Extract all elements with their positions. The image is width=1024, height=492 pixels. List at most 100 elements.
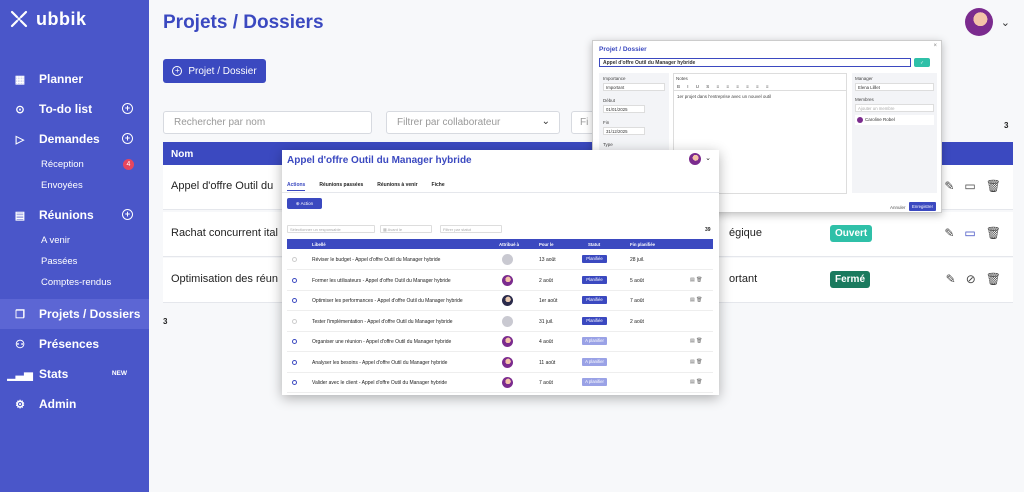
complete-checkbox[interactable] bbox=[292, 339, 297, 344]
add-reunion-icon[interactable]: + bbox=[122, 209, 133, 220]
archive-icon[interactable]: ▭ bbox=[964, 179, 975, 193]
date-filter[interactable]: ▦ Avant le bbox=[380, 225, 432, 233]
new-tag: NEW bbox=[111, 370, 127, 377]
member-avatar bbox=[857, 117, 863, 123]
sidebar-item-demandes[interactable]: ▷ Demandes + bbox=[0, 124, 149, 154]
complete-checkbox[interactable] bbox=[292, 257, 297, 262]
action-due: 4 août bbox=[539, 339, 553, 345]
complete-checkbox[interactable] bbox=[292, 359, 297, 365]
action-row[interactable]: Réviser le budget - Appel d'offre Outil … bbox=[287, 250, 713, 270]
confirm-name-button[interactable]: ✓ bbox=[914, 58, 930, 67]
status-badge: Planifiée bbox=[582, 255, 607, 263]
add-action-button[interactable]: ⊕ Action bbox=[287, 198, 322, 209]
end-date-input[interactable]: 31/12/2025 bbox=[603, 127, 645, 135]
sidebar: ubbik ▦ Planner ⊙ To-do list + ▷ Demande… bbox=[0, 0, 149, 492]
complete-checkbox[interactable] bbox=[292, 298, 297, 303]
action-due: 13 août bbox=[539, 257, 556, 263]
add-project-button[interactable]: + Projet / Dossier bbox=[163, 59, 266, 83]
tab-reunions-a-venir[interactable]: Réunions à venir bbox=[377, 182, 417, 191]
add-todo-icon[interactable]: + bbox=[122, 103, 133, 114]
check-circle-icon[interactable]: ⊘ bbox=[966, 272, 976, 286]
sidebar-item-label: Envoyées bbox=[41, 180, 83, 191]
tab-reunions-passees[interactable]: Réunions passées bbox=[319, 182, 363, 191]
sidebar-item-reception[interactable]: Réception 4 bbox=[0, 154, 149, 175]
chevron-down-icon[interactable]: ⌄ bbox=[1001, 16, 1010, 29]
row-action-icons[interactable]: ▤ 🗑 bbox=[690, 277, 702, 283]
sidebar-item-reunions[interactable]: ▤ Réunions + bbox=[0, 200, 149, 230]
assignee-avatar bbox=[502, 254, 513, 265]
search-input[interactable]: Rechercher par nom bbox=[163, 111, 372, 134]
sidebar-item-todo[interactable]: ⊙ To-do list + bbox=[0, 94, 149, 124]
tab-fiche[interactable]: Fiche bbox=[432, 182, 445, 191]
responsible-filter[interactable]: Sélectionner un responsable bbox=[287, 225, 375, 233]
project-name-input[interactable]: Appel d'offre Outil du Manager hybride bbox=[599, 58, 911, 67]
complete-checkbox[interactable] bbox=[292, 380, 297, 385]
sidebar-item-admin[interactable]: ⚙ Admin bbox=[0, 389, 149, 419]
notes-label: Notes bbox=[676, 76, 688, 81]
start-date-input[interactable]: 01/01/2025 bbox=[603, 105, 645, 113]
action-due: 2 août bbox=[539, 277, 553, 284]
row-action-icons[interactable]: ▤ 🗑 bbox=[690, 338, 702, 344]
sidebar-item-stats[interactable]: ▁▃▅ Stats NEW bbox=[0, 359, 149, 389]
action-row[interactable]: Tester l'implémentation - Appel d'offre … bbox=[287, 312, 713, 332]
trash-icon[interactable]: 🗑 bbox=[986, 179, 1001, 193]
member-chip[interactable]: Caroline Robel bbox=[855, 115, 934, 125]
sidebar-item-a-venir[interactable]: A venir bbox=[0, 230, 149, 251]
action-label: Former les utilisateurs - Appel d'offre … bbox=[312, 277, 451, 284]
action-row[interactable]: Analyser les besoins - Appel d'offre Out… bbox=[287, 353, 713, 373]
complete-checkbox[interactable] bbox=[292, 277, 297, 283]
sidebar-item-envoyees[interactable]: Envoyées bbox=[0, 175, 149, 196]
sidebar-item-projets[interactable]: ❐ Projets / Dossiers bbox=[0, 299, 149, 329]
trash-icon[interactable]: 🗑 bbox=[986, 272, 1001, 286]
action-row[interactable]: Optimiser les performances - Appel d'off… bbox=[287, 291, 713, 311]
sidebar-item-presences[interactable]: ⚇ Présences bbox=[0, 329, 149, 359]
trash-icon[interactable]: 🗑 bbox=[986, 226, 1001, 240]
sidebar-item-label: A venir bbox=[41, 235, 71, 246]
sidebar-item-label: Projets / Dossiers bbox=[39, 307, 141, 321]
user-avatar[interactable] bbox=[689, 153, 701, 165]
project-name: Optimisation des réun bbox=[171, 273, 278, 285]
assignee-avatar bbox=[502, 336, 513, 347]
sidebar-item-label: To-do list bbox=[39, 102, 93, 116]
sidebar-item-label: Comptes-rendus bbox=[41, 277, 112, 288]
status-badge: A planifier bbox=[582, 337, 607, 345]
sidebar-item-label: Passées bbox=[41, 256, 78, 267]
project-type: égique bbox=[729, 227, 763, 239]
folders-icon: ❐ bbox=[15, 308, 25, 321]
chevron-down-icon[interactable]: ⌄ bbox=[705, 154, 711, 162]
edit-icon[interactable]: ✎ bbox=[946, 272, 956, 286]
sidebar-item-planner[interactable]: ▦ Planner bbox=[0, 64, 149, 94]
logo[interactable]: ubbik bbox=[8, 8, 87, 30]
action-row[interactable]: Organiser une réunion - Appel d'offre Ou… bbox=[287, 332, 713, 352]
edit-icon[interactable]: ✎ bbox=[944, 226, 954, 240]
importance-select[interactable]: Important bbox=[603, 83, 665, 91]
status-badge: Planifiée bbox=[582, 316, 607, 325]
tab-actions[interactable]: Actions bbox=[287, 182, 306, 191]
row-actions: ✎ ▭ 🗑 bbox=[944, 226, 1001, 240]
actions-table-header: Libellé Attribué à Pour le Statut Fin pl… bbox=[287, 239, 713, 249]
chevron-down-icon: ⌄ bbox=[541, 116, 550, 127]
status-badge: Ouvert bbox=[830, 225, 873, 242]
collaborator-filter[interactable]: Filtrer par collaborateur ⌄ bbox=[386, 111, 560, 134]
user-avatar[interactable] bbox=[964, 8, 993, 36]
editor-toolbar[interactable]: B I U S ≡ ≡ ≡ ≡ ≡ ≡ bbox=[674, 83, 846, 91]
user-menu[interactable]: ⌄ bbox=[964, 8, 1010, 36]
members-input[interactable]: Ajouter un membre bbox=[855, 104, 934, 112]
cancel-button[interactable]: Annuler bbox=[890, 205, 906, 210]
save-button[interactable]: Enregistrer bbox=[909, 202, 936, 211]
action-row[interactable]: Valider avec le client - Appel d'offre O… bbox=[287, 373, 713, 393]
sidebar-item-passees[interactable]: Passées bbox=[0, 251, 149, 272]
close-icon[interactable]: × bbox=[933, 43, 937, 49]
row-action-icons[interactable]: ▤ 🗑 bbox=[690, 359, 702, 365]
edit-icon[interactable]: ✎ bbox=[944, 179, 954, 193]
add-demande-icon[interactable]: + bbox=[122, 133, 133, 144]
sidebar-item-comptes-rendus[interactable]: Comptes-rendus bbox=[0, 272, 149, 293]
action-due: 11 août bbox=[539, 359, 556, 366]
archive-icon[interactable]: ▭ bbox=[964, 226, 975, 240]
action-row[interactable]: Former les utilisateurs - Appel d'offre … bbox=[287, 271, 713, 291]
row-action-icons[interactable]: ▤ 🗑 bbox=[690, 297, 702, 303]
status-filter[interactable]: Filtrer par statut bbox=[440, 225, 502, 233]
row-action-icons[interactable]: ▤ 🗑 bbox=[690, 379, 702, 385]
manager-select[interactable]: Elena Lilllet bbox=[855, 83, 934, 91]
complete-checkbox[interactable] bbox=[292, 318, 297, 324]
